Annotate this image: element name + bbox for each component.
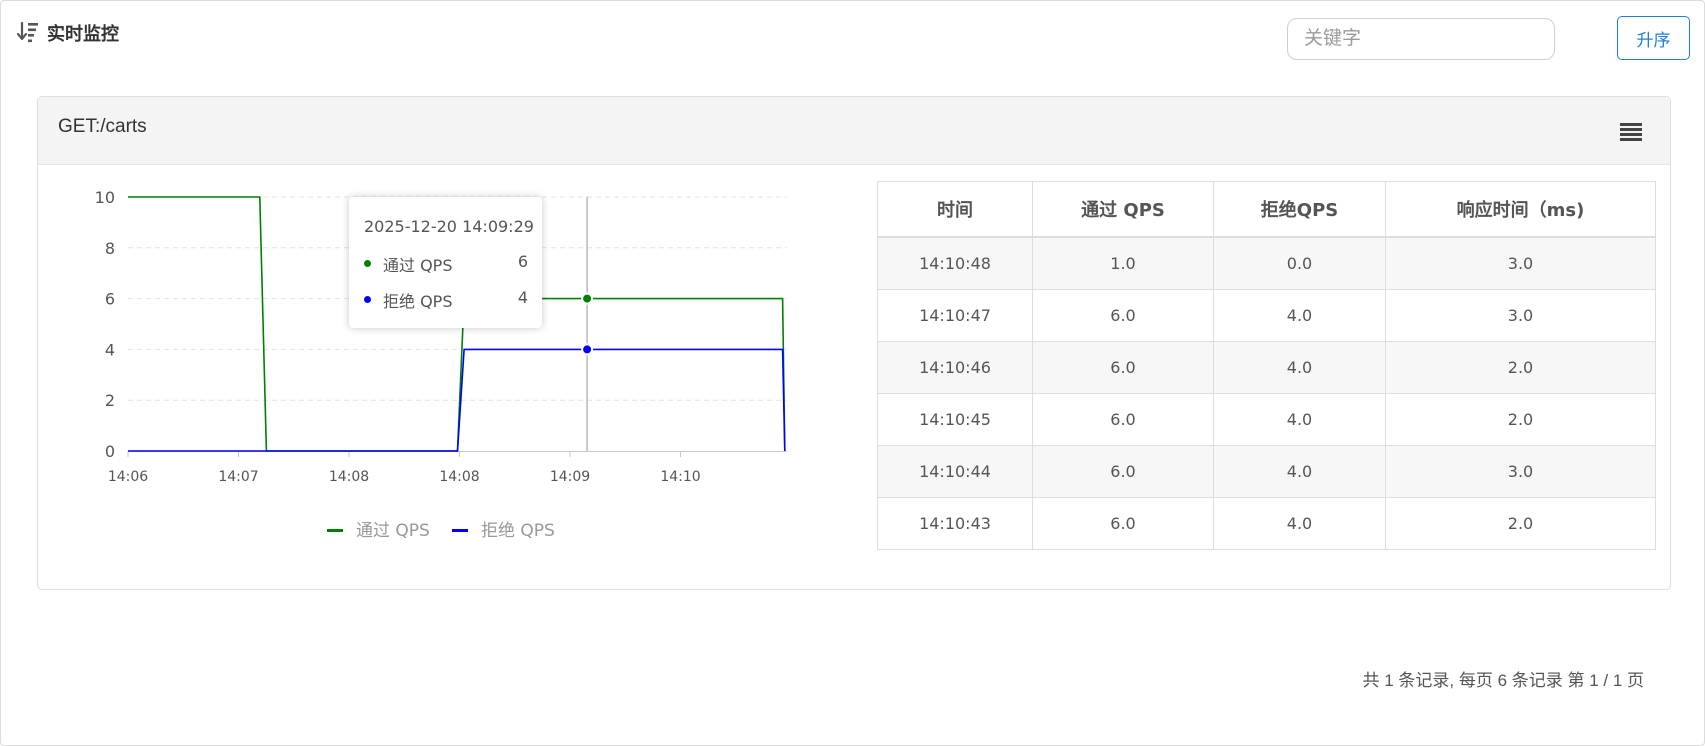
column-header-pass-qps[interactable]: 通过 QPS xyxy=(1032,181,1214,238)
table-cell: 14:10:43 xyxy=(877,497,1033,550)
legend-label: 通过 QPS xyxy=(356,521,430,541)
pagination-info: 共 1 条记录, 每页 6 条记录 第 1 / 1 页 xyxy=(1362,671,1645,690)
table-cell: 14:10:44 xyxy=(877,445,1033,498)
table-row: 14:10:43 6.0 4.0 2.0 xyxy=(877,497,1656,550)
reject-qps-point xyxy=(581,343,594,356)
table-cell: 0.0 xyxy=(1213,236,1386,290)
y-tick-label: 10 xyxy=(95,188,115,207)
y-tick-label: 2 xyxy=(105,391,115,410)
table-row: 14:10:48 1.0 0.0 3.0 xyxy=(877,236,1656,290)
table-row: 14:10:45 6.0 4.0 2.0 xyxy=(877,393,1656,446)
tooltip-series-value: 4 xyxy=(517,288,528,307)
x-tick-label: 14:08 xyxy=(329,469,369,485)
blue-dot-icon xyxy=(364,296,371,303)
table-cell: 14:10:48 xyxy=(877,236,1033,290)
tooltip-row-pass: 通过 QPS 6 xyxy=(364,252,528,275)
table-cell: 14:10:46 xyxy=(877,341,1033,394)
table-cell: 6.0 xyxy=(1032,445,1214,498)
y-tick-label: 0 xyxy=(105,442,115,461)
table-cell: 14:10:45 xyxy=(877,393,1033,446)
x-tick-label: 14:10 xyxy=(660,469,700,485)
table-cell: 2.0 xyxy=(1385,341,1656,394)
table-row: 14:10:44 6.0 4.0 3.0 xyxy=(877,445,1656,498)
table-cell: 6.0 xyxy=(1032,393,1214,446)
table-row: 14:10:46 6.0 4.0 2.0 xyxy=(877,341,1656,394)
table-cell: 4.0 xyxy=(1213,341,1386,394)
search-input[interactable] xyxy=(1287,18,1555,60)
y-tick-label: 4 xyxy=(105,340,115,359)
y-tick-label: 6 xyxy=(105,290,115,309)
table-row: 14:10:47 6.0 4.0 3.0 xyxy=(877,289,1656,342)
table-cell: 3.0 xyxy=(1385,289,1656,342)
tooltip-row-reject: 拒绝 QPS 4 xyxy=(364,288,528,311)
qps-table: 时间 通过 QPS 拒绝QPS 响应时间（ms) 14:10:48 1.0 0.… xyxy=(877,181,1656,550)
x-tick-label: 14:07 xyxy=(218,469,258,485)
x-tick-label: 14:06 xyxy=(108,469,148,485)
table-cell: 4.0 xyxy=(1213,393,1386,446)
green-dot-icon xyxy=(364,260,371,267)
y-tick-label: 8 xyxy=(105,239,115,258)
table-cell: 1.0 xyxy=(1032,236,1214,290)
legend-swatch xyxy=(327,529,343,532)
tooltip-time: 2025-12-20 14:09:29 xyxy=(364,217,534,236)
table-cell: 6.0 xyxy=(1032,341,1214,394)
table-cell: 3.0 xyxy=(1385,236,1656,290)
column-header-time[interactable]: 时间 xyxy=(877,181,1033,238)
legend-swatch xyxy=(452,529,468,532)
hamburger-menu-icon[interactable] xyxy=(1620,123,1642,141)
table-cell: 2.0 xyxy=(1385,393,1656,446)
sort-ascending-button[interactable]: 升序 xyxy=(1617,16,1690,60)
x-tick-label: 14:08 xyxy=(439,469,479,485)
pass-qps-point xyxy=(581,292,594,305)
table-cell: 3.0 xyxy=(1385,445,1656,498)
column-header-response-time[interactable]: 响应时间（ms) xyxy=(1385,181,1656,238)
table-cell: 4.0 xyxy=(1213,445,1386,498)
table-header-row: 时间 通过 QPS 拒绝QPS 响应时间（ms) xyxy=(877,181,1656,238)
tooltip-series-name: 拒绝 QPS xyxy=(383,292,453,311)
table-cell: 6.0 xyxy=(1032,497,1214,550)
legend-label: 拒绝 QPS xyxy=(481,521,555,541)
table-cell: 6.0 xyxy=(1032,289,1214,342)
tooltip-series-value: 6 xyxy=(517,252,528,271)
monitor-container: 实时监控 升序 GET:/carts 024681014:0614:0714:0… xyxy=(0,0,1705,746)
chart-tooltip: 2025-12-20 14:09:29 通过 QPS 6 拒绝 QPS 4 xyxy=(349,197,542,328)
table-cell: 4.0 xyxy=(1213,289,1386,342)
column-header-reject-qps[interactable]: 拒绝QPS xyxy=(1213,181,1386,238)
table-cell: 4.0 xyxy=(1213,497,1386,550)
tooltip-series-name: 通过 QPS xyxy=(383,256,453,275)
table-cell: 2.0 xyxy=(1385,497,1656,550)
x-tick-label: 14:09 xyxy=(550,469,590,485)
table-cell: 14:10:47 xyxy=(877,289,1033,342)
